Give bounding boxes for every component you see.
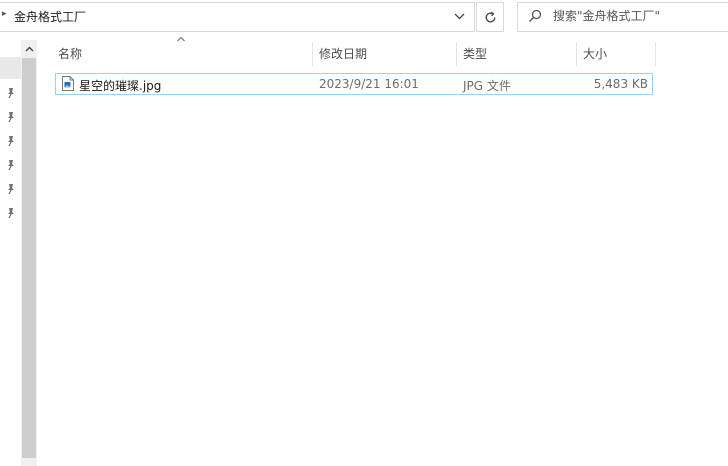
- pin-icon[interactable]: [5, 183, 17, 195]
- column-header-date-modified[interactable]: 修改日期: [313, 42, 456, 64]
- pin-icon[interactable]: [5, 135, 17, 147]
- search-input[interactable]: [553, 6, 723, 26]
- column-header-type[interactable]: 类型: [457, 42, 576, 64]
- pin-icon[interactable]: [5, 159, 17, 171]
- search-icon: [528, 9, 542, 23]
- address-path[interactable]: 金舟格式工厂: [14, 8, 86, 25]
- file-name: 星空的璀璨.jpg: [79, 79, 162, 93]
- pin-icon[interactable]: [5, 207, 17, 219]
- column-header-name[interactable]: 名称: [52, 42, 312, 64]
- address-dropdown-button[interactable]: [448, 6, 470, 26]
- pin-icon[interactable]: [5, 87, 17, 99]
- scrollbar-thumb[interactable]: [22, 58, 36, 458]
- file-date-modified: 2023/9/21 16:01: [319, 77, 419, 91]
- scroll-up-button[interactable]: [21, 40, 37, 58]
- jpg-file-icon: [62, 76, 74, 91]
- refresh-icon: [485, 11, 495, 22]
- file-type: JPG 文件: [463, 79, 511, 93]
- column-header-size[interactable]: 大小: [577, 42, 655, 64]
- breadcrumb-arrow-icon[interactable]: ▸: [2, 9, 7, 19]
- file-size: 5,483 KB: [593, 77, 648, 91]
- navigation-pane: [0, 40, 21, 466]
- column-divider[interactable]: [655, 42, 656, 66]
- refresh-button[interactable]: [476, 2, 504, 32]
- nav-item-selected[interactable]: [0, 57, 21, 79]
- chevron-up-icon: [25, 46, 33, 52]
- chevron-down-icon: [454, 13, 464, 19]
- pin-icon[interactable]: [5, 111, 17, 123]
